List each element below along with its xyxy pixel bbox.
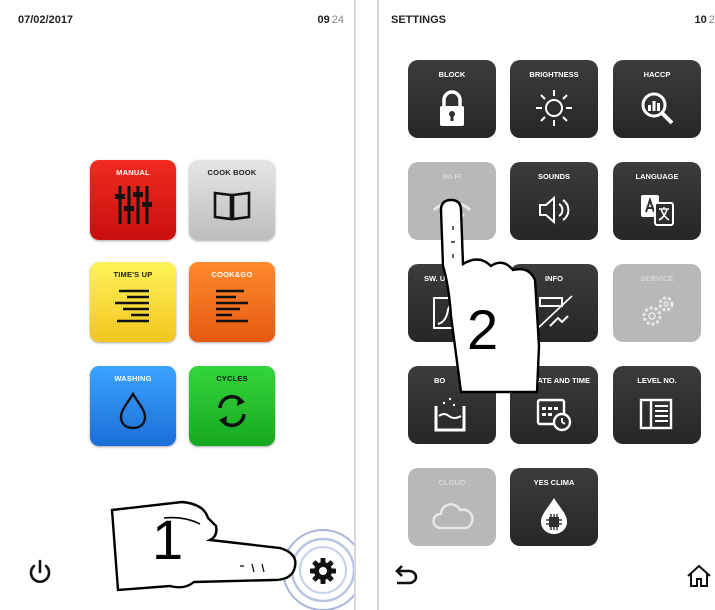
open-book-icon [213,191,251,221]
status-bar: SETTINGS 1028 [379,14,715,30]
clock-minutes: 24 [331,14,344,26]
block-tile[interactable]: BLOCK [408,60,496,138]
settings-button[interactable] [309,557,337,585]
settings-screen: SETTINGS 1028 BLOCK BRIGHTNESS HACCP WI-… [377,0,715,610]
language-label: LANGUAGE [635,172,679,181]
yes-clima-label: YES CLIMA [533,478,575,487]
calendar-clock-icon [536,398,572,432]
manual-tile[interactable]: MANUAL [90,160,176,240]
cook-and-go-tile[interactable]: COOK&GO [189,262,275,342]
cycles-label: CYCLES [216,374,248,383]
yes-clima-tile[interactable]: YES CLIMA [510,468,598,546]
step-number-2: 2 [467,298,499,361]
cloud-icon [432,503,474,530]
level-number-label: LEVEL NO. [637,376,677,385]
home-button[interactable] [685,562,713,590]
sounds-label: SOUNDS [537,172,571,181]
water-drop-icon [119,391,147,430]
washing-tile[interactable]: WASHING [90,366,176,446]
boiler-icon [434,397,466,432]
haccp-label: HACCP [643,70,671,79]
brightness-label: BRIGHTNESS [529,70,579,79]
clock-minutes: 28 [708,14,715,26]
tap-hand-illustration [110,500,354,610]
times-up-label: TIME'S UP [113,270,153,279]
back-arrow-icon [395,565,418,585]
cycles-tile[interactable]: CYCLES [189,366,275,446]
cycle-arrows-icon [218,394,246,428]
cook-and-go-label: COOK&GO [211,270,253,279]
service-label: SERVICE [640,274,674,283]
manual-label: MANUAL [116,168,150,177]
clock-display: 1028 [695,14,715,26]
wifi-label: WI-FI [442,172,462,181]
cloud-label: CLOUD [438,478,466,487]
block-label: BLOCK [438,70,466,79]
gear-icon [310,558,336,584]
padlock-icon [440,90,464,126]
clock-display: 09 24 [318,14,345,26]
page-title: SETTINGS [391,14,447,26]
sun-icon [536,90,572,126]
lines-left-icon [216,289,248,323]
haccp-tile[interactable]: HACCP [613,60,701,138]
cookbook-label: COOK BOOK [207,168,257,177]
sliders-icon [115,186,152,224]
brightness-tile[interactable]: BRIGHTNESS [510,60,598,138]
cloud-tile[interactable]: CLOUD [408,468,496,546]
lines-right-icon [115,289,149,323]
levels-icon [639,398,673,430]
cookbook-tile[interactable]: COOK BOOK [189,160,275,240]
magnifier-chart-icon [641,92,674,125]
clock-hours: 09 [317,14,330,26]
translate-icon [641,195,674,226]
power-icon [29,559,51,583]
date-display: 07/02/2017 [18,14,74,26]
service-tile[interactable]: SERVICE [613,264,701,342]
back-button[interactable] [393,562,421,590]
language-tile[interactable]: LANGUAGE [613,162,701,240]
home-icon [687,564,711,587]
gears-icon [642,296,674,326]
washing-label: WASHING [114,374,152,383]
clock-hours: 10 [694,14,707,26]
step-number-1: 1 [152,508,184,571]
chip-drop-icon [541,498,567,534]
level-number-tile[interactable]: LEVEL NO. [613,366,701,444]
tap-hand-illustration [439,198,541,394]
power-button[interactable] [26,558,54,586]
times-up-tile[interactable]: TIME'S UP [90,262,176,342]
status-bar: 07/02/2017 09 24 [4,14,354,30]
home-screen: 07/02/2017 09 24 MANUAL COOK BOOK TIME'S … [4,0,356,610]
